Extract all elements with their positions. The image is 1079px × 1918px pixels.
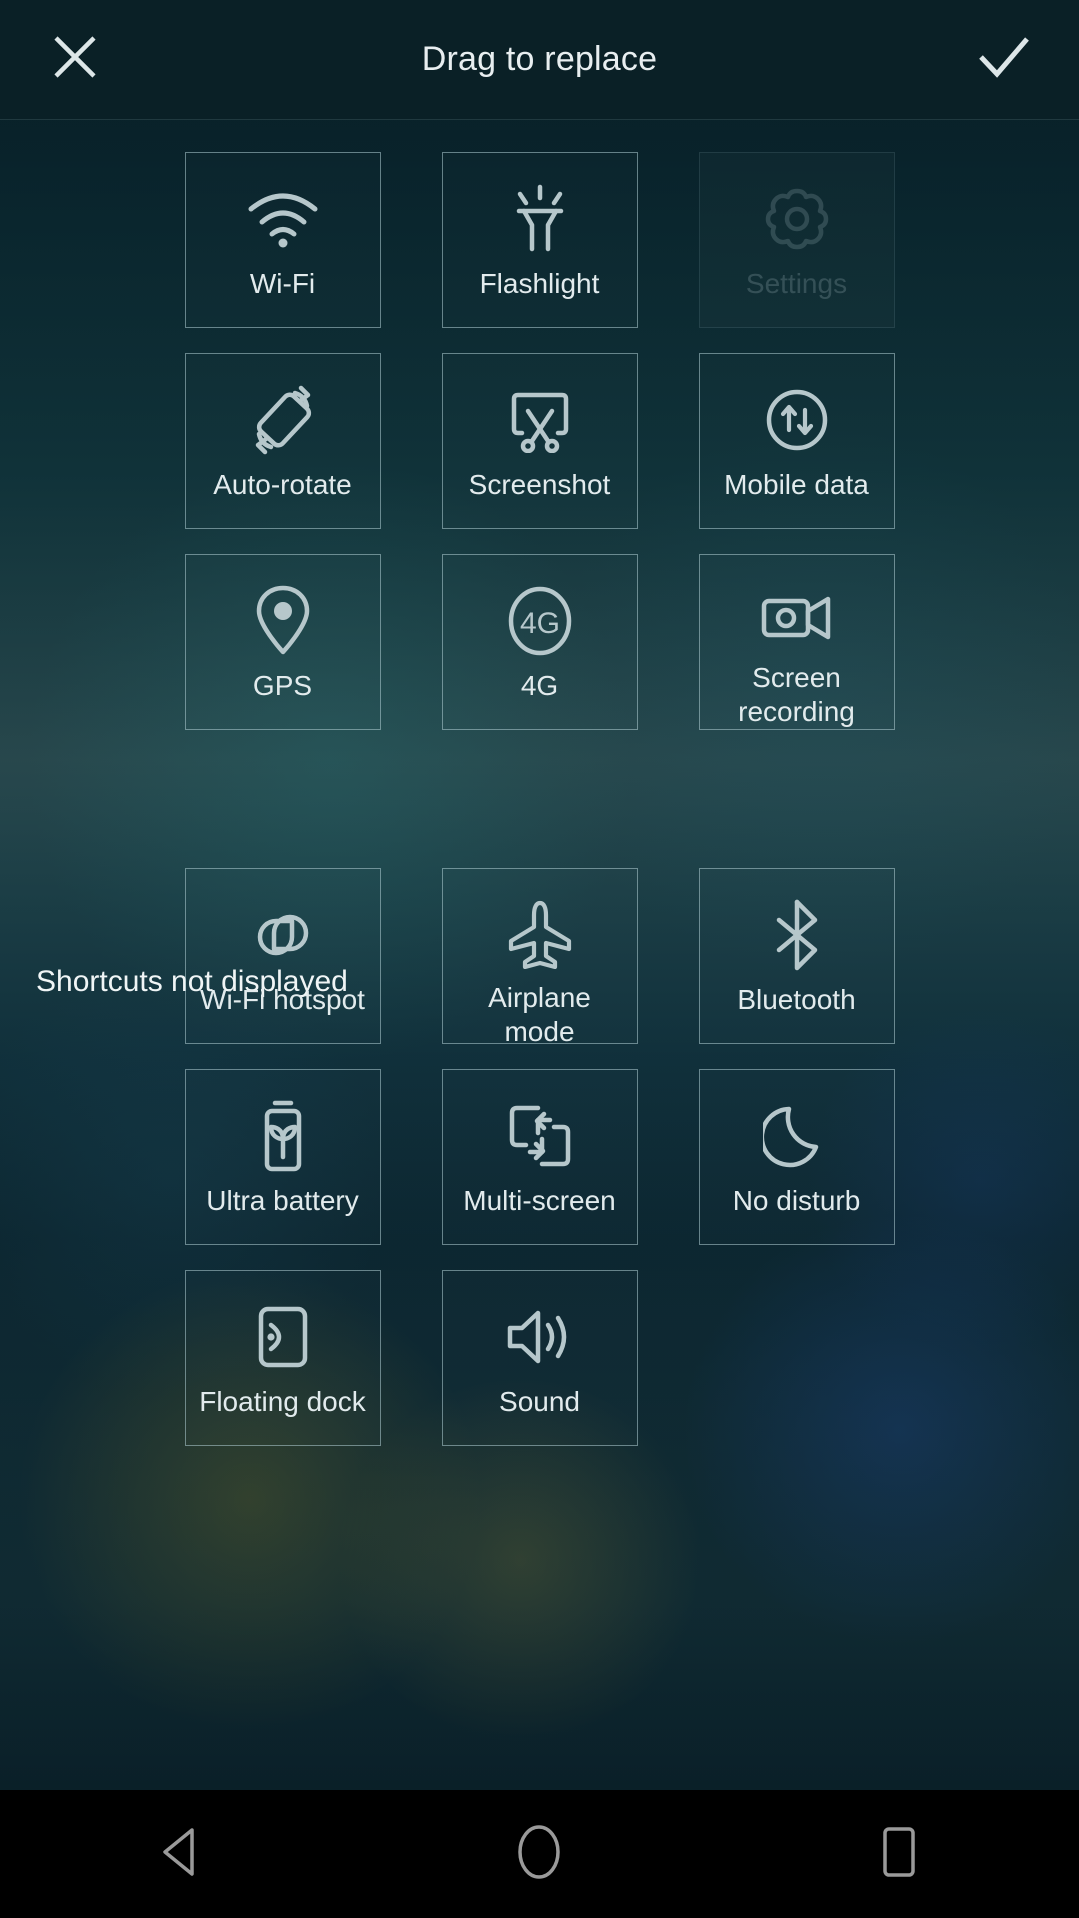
hotspot-icon	[186, 899, 380, 971]
bluetooth-icon	[700, 899, 894, 971]
editor-header-bar: Drag to replace	[0, 0, 1079, 120]
quick-settings-editor-screen: Drag to replace Wi-Fi Flashlight Setting…	[0, 0, 1079, 1918]
svg-text:4G: 4G	[519, 607, 559, 640]
shortcut-label: Multi-screen	[463, 1185, 616, 1216]
shortcut-tile-floating-dock[interactable]: Floating dock	[184, 1270, 381, 1446]
shortcut-tile-mobile-data[interactable]: Mobile data	[698, 353, 895, 529]
nav-back-button[interactable]	[80, 1790, 280, 1918]
floating-dock-icon	[186, 1301, 380, 1373]
shortcut-label: Airplane mode	[488, 982, 591, 1047]
moon-icon	[700, 1100, 894, 1172]
flashlight-icon	[443, 183, 637, 255]
nav-home-button[interactable]	[439, 1790, 639, 1918]
shortcut-label: Bluetooth	[737, 984, 856, 1015]
shortcut-tile-gps[interactable]: GPS	[184, 554, 381, 730]
shortcut-tile-no-disturb[interactable]: No disturb	[698, 1069, 895, 1245]
auto-rotate-icon	[186, 384, 380, 456]
shortcut-label: Mobile data	[724, 469, 869, 500]
shortcut-label: Floating dock	[199, 1386, 366, 1417]
shortcut-label: Auto-rotate	[213, 469, 352, 500]
nav-recents-button[interactable]	[799, 1790, 999, 1918]
shortcut-tile-wifi-hotspot[interactable]: Wi-Fi hotspot	[184, 868, 381, 1044]
shortcut-label: Screen recording	[738, 662, 855, 727]
system-navigation-bar	[0, 1790, 1079, 1918]
shortcut-tile-screen-recording[interactable]: Screen recording	[698, 554, 895, 730]
screen-recording-icon	[700, 585, 894, 649]
multi-screen-icon	[443, 1100, 637, 1172]
shortcut-tile-flashlight[interactable]: Flashlight	[441, 152, 638, 328]
shortcut-tile-empty-slot	[699, 1270, 895, 1446]
shortcut-tile-auto-rotate[interactable]: Auto-rotate	[184, 353, 381, 529]
shortcut-label: Sound	[499, 1386, 580, 1417]
shortcut-tile-bluetooth[interactable]: Bluetooth	[698, 868, 895, 1044]
home-circle-icon	[516, 1824, 562, 1885]
confirm-button[interactable]	[929, 0, 1079, 120]
scissors-icon	[443, 384, 637, 456]
shortcut-label: Wi-Fi hotspot	[200, 984, 365, 1015]
shortcut-tile-4g[interactable]: 4G 4G	[441, 554, 638, 730]
four-g-icon: 4G	[443, 585, 637, 657]
shortcut-label: Flashlight	[479, 268, 600, 299]
close-button[interactable]	[0, 0, 150, 120]
shortcut-label: GPS	[252, 670, 313, 701]
airplane-icon	[443, 899, 637, 969]
check-icon	[976, 32, 1032, 87]
close-icon	[50, 32, 100, 87]
shortcut-label: Settings	[745, 268, 848, 299]
shortcut-tile-sound[interactable]: Sound	[441, 1270, 638, 1446]
shortcut-label: Wi-Fi	[249, 268, 316, 299]
shortcut-tile-wifi[interactable]: Wi-Fi	[184, 152, 381, 328]
shortcut-tile-multi-screen[interactable]: Multi-screen	[441, 1069, 638, 1245]
gear-icon	[700, 183, 894, 255]
shortcut-tile-airplane-mode[interactable]: Airplane mode	[441, 868, 638, 1047]
shortcut-label: Screenshot	[468, 469, 611, 500]
hidden-shortcuts-grid: Wi-Fi hotspot Airplane mode Bluetooth Ul…	[0, 868, 1079, 1446]
shortcut-tile-ultra-battery[interactable]: Ultra battery	[184, 1069, 381, 1245]
shortcut-label: Ultra battery	[206, 1185, 359, 1216]
back-triangle-icon	[158, 1827, 202, 1882]
shortcut-label: 4G	[520, 670, 559, 701]
page-title: Drag to replace	[421, 40, 658, 78]
location-pin-icon	[186, 585, 380, 657]
battery-leaf-icon	[186, 1100, 380, 1172]
wifi-icon	[186, 183, 380, 255]
displayed-shortcuts-grid: Wi-Fi Flashlight Settings Auto-rotate Sc…	[0, 152, 1079, 730]
speaker-icon	[443, 1301, 637, 1373]
recents-square-icon	[879, 1825, 919, 1884]
mobile-data-icon	[700, 384, 894, 456]
shortcut-label: No disturb	[732, 1185, 861, 1216]
shortcut-tile-screenshot[interactable]: Screenshot	[441, 353, 638, 529]
shortcut-tile-settings[interactable]: Settings	[698, 152, 895, 328]
